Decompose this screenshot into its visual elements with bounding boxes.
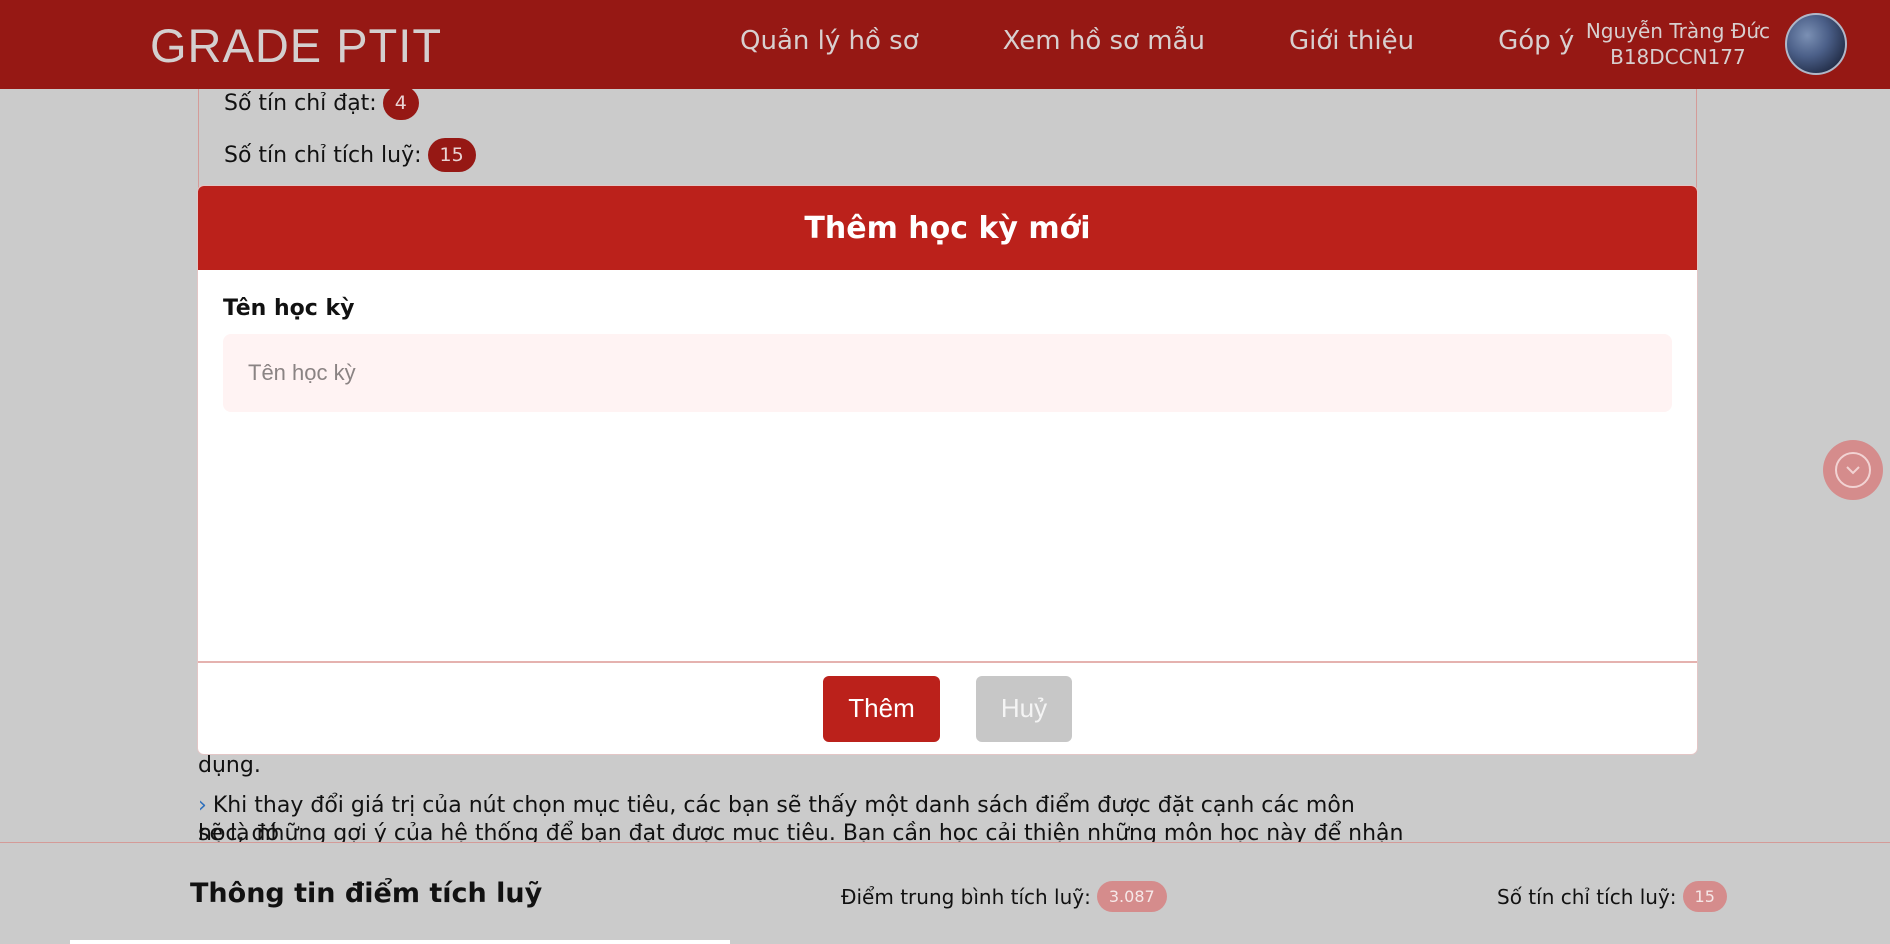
guide-text-end: dụng. <box>198 753 261 778</box>
credits-passed-label: Số tín chỉ đạt: <box>224 90 377 116</box>
bottom-divider <box>70 940 730 944</box>
chevron-right-icon: › <box>198 793 207 818</box>
gpa-summary-bar: Thông tin điểm tích luỹ Điểm trung bình … <box>0 842 1890 944</box>
nav-manage-profile[interactable]: Quản lý hồ sơ <box>740 26 919 56</box>
chevron-down-icon <box>1835 452 1871 488</box>
gpa-stat: Điểm trung bình tích luỹ: 3.087 <box>841 881 1167 912</box>
credits-passed-row: Số tín chỉ đạt: 4 <box>224 86 419 120</box>
credits-summary-label: Số tín chỉ tích luỹ: <box>1497 884 1677 909</box>
credits-accumulated-badge: 15 <box>427 138 476 172</box>
credits-accumulated-label: Số tín chỉ tích luỹ: <box>224 142 422 168</box>
user-name: Nguyễn Tràng Đức <box>1585 19 1770 43</box>
modal-title: Thêm học kỳ mới <box>198 186 1697 270</box>
credits-passed-badge: 4 <box>382 86 419 120</box>
add-semester-modal: Thêm học kỳ mới Tên học kỳ Thêm Huỷ <box>198 186 1697 754</box>
cancel-button[interactable]: Huỷ <box>976 675 1072 742</box>
semester-name-label: Tên học kỳ <box>223 296 355 321</box>
summary-title: Thông tin điểm tích luỹ <box>190 878 543 909</box>
nav-sample-profile[interactable]: Xem hồ sơ mẫu <box>1003 26 1205 56</box>
top-navbar: GRADE PTIT Quản lý hồ sơ Xem hồ sơ mẫu G… <box>0 0 1890 89</box>
user-id: B18DCCN177 <box>1610 45 1746 69</box>
nav-feedback[interactable]: Góp ý <box>1498 26 1574 56</box>
add-button[interactable]: Thêm <box>823 675 940 742</box>
credits-summary-badge: 15 <box>1682 881 1727 912</box>
gpa-badge: 3.087 <box>1096 881 1167 912</box>
avatar[interactable] <box>1785 13 1847 75</box>
brand-logo[interactable]: GRADE PTIT <box>150 18 442 73</box>
nav-about[interactable]: Giới thiệu <box>1289 26 1414 56</box>
credits-stat: Số tín chỉ tích luỹ: 15 <box>1497 881 1727 912</box>
user-info[interactable]: Nguyễn Tràng Đức B18DCCN177 <box>1586 18 1770 70</box>
semester-name-input[interactable] <box>223 334 1672 412</box>
scroll-down-button[interactable] <box>1823 440 1883 500</box>
credits-accumulated-row: Số tín chỉ tích luỹ: 15 <box>224 138 476 172</box>
gpa-label: Điểm trung bình tích luỹ: <box>841 884 1091 909</box>
modal-footer: Thêm Huỷ <box>198 661 1697 754</box>
main-nav: Quản lý hồ sơ Xem hồ sơ mẫu Giới thiệu G… <box>740 26 1574 56</box>
